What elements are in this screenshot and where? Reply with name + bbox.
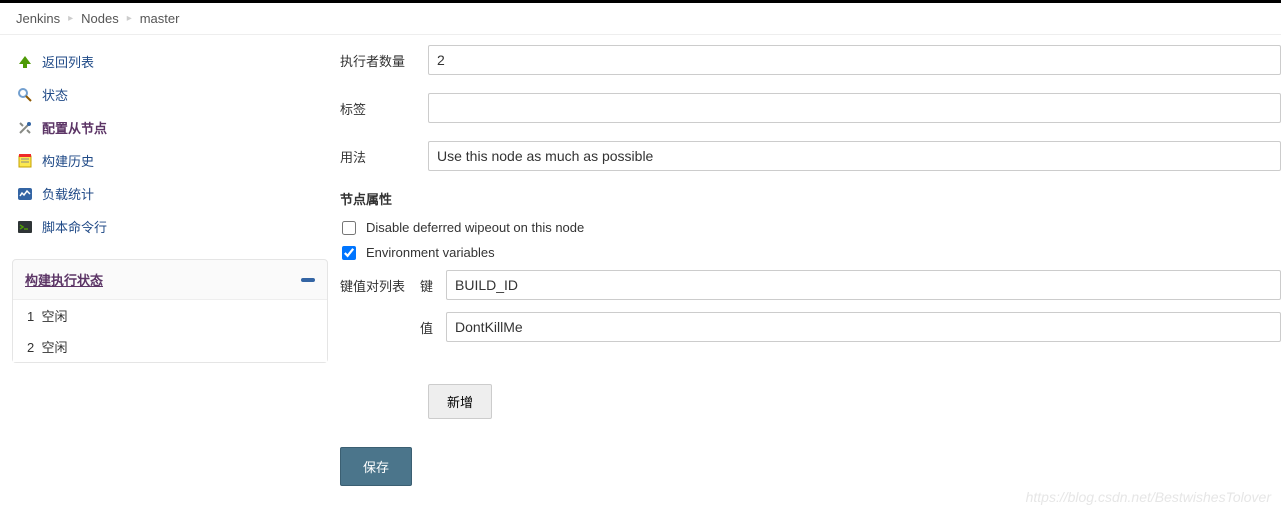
disable-wipeout-label: Disable deferred wipeout on this node [366,220,584,235]
env-vars-label: Environment variables [366,245,495,260]
watermark: https://blog.csdn.net/BestwishesTolover [1026,489,1271,505]
usage-label: 用法 [340,147,420,166]
sidebar-item-label: 状态 [42,85,68,104]
terminal-icon [16,218,34,236]
sidebar-item-label: 配置从节点 [42,118,107,137]
breadcrumb-sep-icon: ▸ [127,13,132,24]
executor-panel: 构建执行状态 1 空闲 2 空闲 [12,259,328,363]
sidebar-item-label: 构建历史 [42,151,94,170]
breadcrumb-sep-icon: ▸ [68,13,73,24]
value-label: 值 [420,318,440,337]
disable-wipeout-checkbox[interactable] [342,221,356,235]
executor-status: 空闲 [41,309,67,324]
executor-status: 空闲 [41,340,67,355]
breadcrumb-jenkins[interactable]: Jenkins [16,11,60,26]
sidebar-item-back[interactable]: 返回列表 [12,45,328,78]
breadcrumb-nodes[interactable]: Nodes [81,11,119,26]
sidebar: 返回列表 状态 配置从节点 构建历史 [0,35,340,506]
sidebar-item-load[interactable]: 负载统计 [12,177,328,210]
executor-row: 2 空闲 [13,331,327,362]
sidebar-item-label: 脚本命令行 [42,217,107,236]
executor-num: 1 [27,309,34,324]
main-content: 执行者数量 标签 用法 Use this node as much as pos… [340,35,1281,506]
labels-label: 标签 [340,99,420,118]
save-button[interactable]: 保存 [340,447,412,486]
executor-count-input[interactable] [428,45,1281,75]
env-key-input[interactable] [446,270,1281,300]
breadcrumb-master[interactable]: master [140,11,180,26]
executor-panel-title[interactable]: 构建执行状态 [25,270,103,289]
sidebar-item-configure[interactable]: 配置从节点 [12,111,328,144]
node-properties-title: 节点属性 [340,189,1281,208]
add-button[interactable]: 新增 [428,384,492,419]
executor-num: 2 [27,340,34,355]
search-icon [16,86,34,104]
monitor-icon [16,185,34,203]
collapse-icon[interactable] [301,278,315,282]
labels-input[interactable] [428,93,1281,123]
env-vars-checkbox[interactable] [342,246,356,260]
notepad-icon [16,152,34,170]
executor-row: 1 空闲 [13,300,327,331]
sidebar-item-script[interactable]: 脚本命令行 [12,210,328,243]
sidebar-item-label: 返回列表 [42,52,94,71]
sidebar-item-status[interactable]: 状态 [12,78,328,111]
key-label: 键 [420,276,440,295]
tools-icon [16,119,34,137]
breadcrumb: Jenkins ▸ Nodes ▸ master [0,3,1281,35]
sidebar-item-label: 负载统计 [42,184,94,203]
up-arrow-icon [16,53,34,71]
executor-count-label: 执行者数量 [340,51,420,70]
usage-select[interactable]: Use this node as much as possible [428,141,1281,171]
sidebar-item-history[interactable]: 构建历史 [12,144,328,177]
env-value-input[interactable] [446,312,1281,342]
kv-list-label: 键值对列表 [340,270,420,354]
